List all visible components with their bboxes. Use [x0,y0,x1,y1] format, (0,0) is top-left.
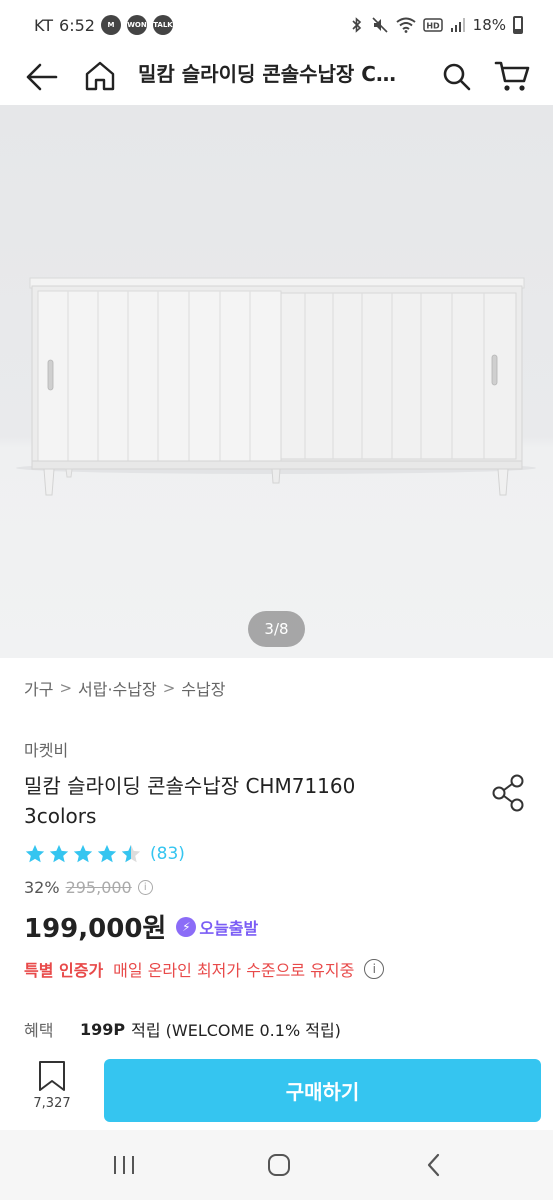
product-photo [16,277,536,496]
recent-apps-icon [114,1156,134,1174]
mail-notification-icon: M [100,15,121,35]
image-page-indicator: 3/8 [248,611,305,647]
clock: 6:52 [59,15,95,35]
discount-row: 32% 295,000 i [24,878,153,897]
home-button[interactable] [80,56,120,96]
rating-row[interactable]: (83) [24,843,185,865]
breadcrumb-item[interactable]: 가구 [24,676,53,700]
wifi-icon [396,17,416,33]
bookmark-button[interactable]: 7,327 [26,1060,78,1111]
review-count[interactable]: (83) [150,844,185,864]
star-full-icon [49,844,69,863]
product-image-gallery[interactable] [0,105,553,658]
svg-text:HD: HD [426,22,440,31]
promo-row: 특별 인증가 매일 온라인 최저가 수준으로 유지중 i [24,957,385,981]
price-info-icon[interactable]: i [137,880,153,895]
discount-rate: 32% [24,878,60,897]
hd-icon: HD [422,18,443,32]
product-title-line2: 3colors [24,804,97,828]
lightning-icon: ⚡ [176,916,197,937]
system-nav-bar [0,1130,553,1200]
app-bar: 밀캄 슬라이딩 콘솔수납장 CHM71160 3colors [0,50,553,105]
benefit-row: 혜택 199P 적립 (WELCOME 0.1% 적립) [24,1017,341,1041]
back-nav-button[interactable] [414,1150,454,1180]
breadcrumb-item[interactable]: 수납장 [181,676,225,700]
breadcrumb: 가구 > 서랍·수납장 > 수납장 [24,676,225,700]
back-nav-icon [427,1153,440,1177]
home-nav-button[interactable] [259,1150,299,1180]
carrier-label: KT [34,15,54,35]
search-icon [443,63,471,91]
sale-price: 199,000원 [24,914,167,944]
home-icon [85,61,115,91]
won-notification-icon: WON [126,15,147,35]
status-bar: KT 6:52 M WON TALK HD 18% [0,0,553,50]
share-button[interactable] [490,773,528,813]
home-nav-icon [268,1154,290,1176]
delivery-badge-label: 오늘출발 [199,918,259,938]
benefit-points: 199P [80,1019,126,1039]
status-right: HD 18% [350,16,523,34]
page-title: 밀캄 슬라이딩 콘솔수납장 CHM71160 3colors [138,62,408,86]
bottom-action-bar: 7,327 구매하기 [0,1050,553,1130]
product-title-line1: 밀캄 슬라이딩 콘솔수납장 CHM71160 [24,774,356,798]
chevron-right-icon: > [59,679,73,697]
mute-icon [372,17,388,33]
recent-apps-button[interactable] [104,1150,144,1180]
bookmark-icon [39,1061,65,1091]
breadcrumb-item[interactable]: 서랍·수납장 [78,676,157,700]
bluetooth-icon [352,17,361,33]
bookmark-count: 7,327 [33,1096,71,1111]
original-price: 295,000 [65,878,132,897]
star-full-icon [25,844,45,863]
star-full-icon [97,844,117,863]
talk-notification-icon: TALK [152,15,173,35]
cart-button[interactable] [490,54,534,98]
benefit-text: 적립 (WELCOME 0.1% 적립) [131,1021,341,1040]
battery-percent: 18% [472,16,506,34]
chevron-right-icon: > [162,679,176,697]
cart-icon [494,61,530,91]
buy-button[interactable]: 구매하기 [104,1059,541,1122]
back-arrow-icon [26,63,58,91]
signal-icon [450,18,465,32]
promo-text: 매일 온라인 최저가 수준으로 유지중 [113,961,355,980]
today-delivery-badge: ⚡ 오늘출발 [176,915,258,939]
star-half-icon [121,844,141,863]
benefit-label: 혜택 [24,1021,54,1040]
promo-info-icon[interactable]: i [364,959,385,979]
brand-link[interactable]: 마켓비 [24,737,68,761]
status-left: KT 6:52 M WON TALK [34,15,173,35]
star-full-icon [73,844,93,863]
promo-title: 특별 인증가 [24,961,104,980]
battery-icon [513,16,523,34]
product-title: 밀캄 슬라이딩 콘솔수납장 CHM71160 3colors [24,771,444,831]
share-icon [492,774,524,812]
price-row: 199,000원 ⚡ 오늘출발 [24,908,258,945]
search-button[interactable] [436,56,476,96]
back-button[interactable] [22,58,60,96]
